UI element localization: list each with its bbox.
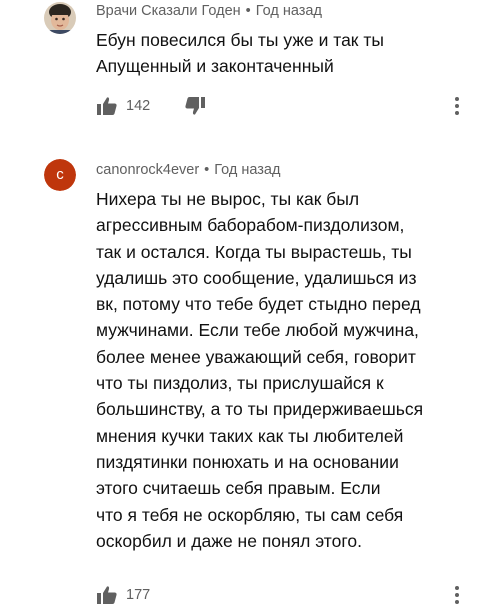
comment-text-line: пиздятинки понюхать и на основании	[96, 451, 399, 472]
comment-text-line: агрессивным баборабом-пиздолизом,	[96, 215, 405, 236]
like-count: 177	[126, 587, 151, 603]
comment-text-line: мужчинами. Если тебе любой мужчина,	[96, 320, 419, 341]
user-photo-avatar[interactable]	[44, 2, 76, 34]
like-count: 142	[126, 98, 151, 114]
comment-text-line: удалишь это сообщение, удалишься из	[96, 267, 417, 288]
comment-actions: 177	[96, 583, 150, 607]
comment-1: Врачи Сказали Годен • Год назад Ебун повес…	[0, 0, 483, 130]
meta-separator: •	[204, 162, 210, 178]
comment-meta: canonrock4ever • Год назад	[96, 162, 280, 178]
comment-text-line: этого считаешь себя правым. Если	[96, 478, 381, 499]
comment-time[interactable]: Год назад	[256, 3, 322, 19]
comment-2: c canonrock4ever • Год назад Нихера ты не …	[0, 155, 483, 604]
letter-avatar[interactable]: c	[44, 159, 76, 191]
comment-author[interactable]: canonrock4ever	[96, 162, 199, 178]
thumbs-up-icon[interactable]	[96, 96, 118, 116]
comment-text: Ебун повесился бы ты уже и так ты Апущен…	[96, 27, 471, 80]
comment-text-line: что ты пиздолиз, ты прислушайся к	[96, 373, 384, 394]
comment-author[interactable]: Врачи Сказали Годен	[96, 3, 241, 19]
thumbs-up-icon[interactable]	[96, 585, 118, 605]
avatar-photo-icon	[44, 2, 76, 34]
comment-actions: 142	[96, 94, 206, 118]
avatar-letter: c	[56, 166, 64, 183]
more-vert-icon[interactable]	[450, 583, 464, 607]
comment-text-line: Нихера ты не вырос, ты как был	[96, 189, 360, 209]
more-vert-icon[interactable]	[450, 94, 464, 118]
comment-text-line: Апущенный и законтаченный	[96, 56, 334, 77]
comment-time[interactable]: Год назад	[214, 162, 280, 178]
thumbs-down-icon[interactable]	[184, 96, 206, 116]
comment-text-line: оскорбил и даже не понял этого.	[96, 530, 362, 551]
comment-text: Нихера ты не вырос, ты как был агрессивн…	[96, 186, 471, 554]
comment-text-line: вк, потому что тебе будет стыдно перед	[96, 294, 421, 315]
comment-text-line: мнения кучки таких как ты любителей	[96, 425, 404, 446]
comment-text-line: более менее уважающий себя, говорит	[96, 346, 416, 367]
meta-separator: •	[245, 3, 251, 19]
comment-meta: Врачи Сказали Годен • Год назад	[96, 3, 322, 19]
comment-text-line: что я тебя не оскорбляю, ты сам себя	[96, 504, 404, 525]
comment-text-line: Ебун повесился бы ты уже и так ты	[96, 30, 384, 50]
comment-text-line: большинству, а то ты придерживаешься	[96, 399, 424, 420]
comment-text-line: так и остался. Когда ты вырастешь, ты	[96, 241, 412, 262]
